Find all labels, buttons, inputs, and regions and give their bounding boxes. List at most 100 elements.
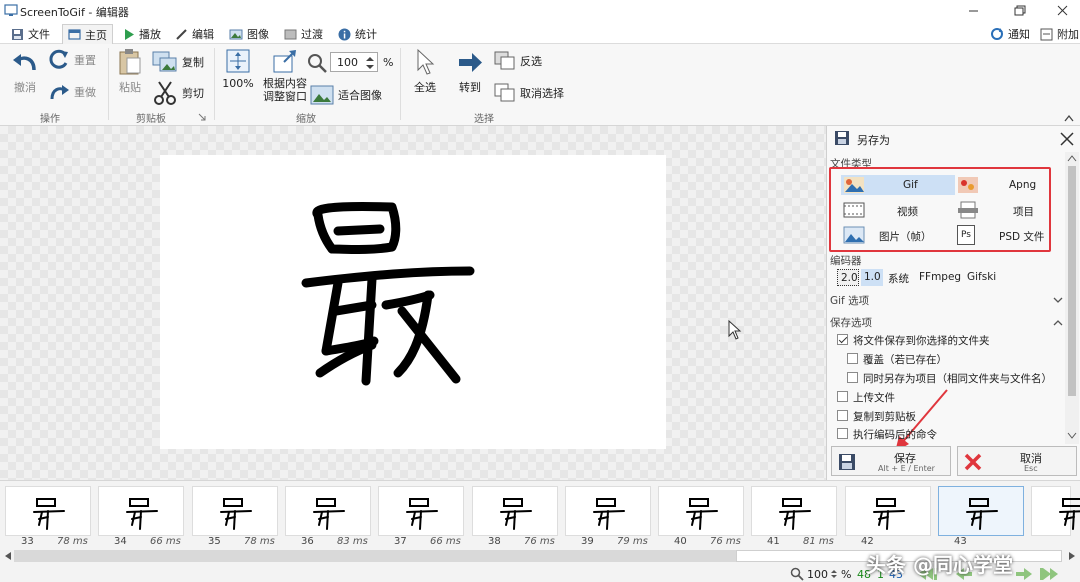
goto-button[interactable]: 转到 bbox=[454, 48, 486, 94]
scrollbar-thumb[interactable] bbox=[1068, 166, 1076, 396]
image-icon bbox=[229, 29, 243, 39]
zoom-input[interactable]: 100 bbox=[330, 52, 378, 72]
option-checkbox[interactable] bbox=[847, 353, 858, 364]
tab-file[interactable]: 文件 bbox=[6, 24, 55, 44]
save-shortcut: Alt + E / Enter bbox=[878, 464, 935, 473]
tab-edit[interactable]: 编辑 bbox=[170, 24, 219, 44]
copy-button[interactable]: 复制 bbox=[152, 50, 204, 74]
option-label: 同时另存为项目（相同文件夹与文件名） bbox=[863, 373, 1052, 385]
deselect-icon bbox=[494, 83, 515, 102]
ribbon-separator bbox=[400, 48, 401, 120]
frame-thumbnail[interactable] bbox=[565, 486, 651, 536]
ribbon-toolbar: 撤消 重置 重做 操作 粘贴 复制 剪切 剪贴板 100% 根据内容 调整窗口 … bbox=[0, 44, 1080, 126]
frame-thumbnail[interactable] bbox=[192, 486, 278, 536]
option-label: 上传文件 bbox=[853, 392, 895, 404]
frame-number: 40 bbox=[674, 536, 687, 547]
close-panel-icon[interactable] bbox=[1059, 131, 1075, 147]
frame-thumbnail[interactable] bbox=[751, 486, 837, 536]
frame-delay: 66 ms bbox=[150, 536, 181, 547]
frame-thumb-drawing bbox=[500, 498, 532, 530]
select-all-label: 全选 bbox=[414, 81, 436, 94]
frame-thumbnail[interactable] bbox=[1031, 486, 1080, 536]
frame-thumb-drawing bbox=[126, 498, 158, 530]
scroll-down-icon[interactable] bbox=[1067, 432, 1077, 440]
frame-thumbnail[interactable] bbox=[658, 486, 744, 536]
status-zoom-unit: % bbox=[841, 568, 852, 581]
tab-image-label: 图像 bbox=[247, 28, 269, 41]
encoder-ffmpeg[interactable]: FFmpeg bbox=[919, 271, 961, 283]
option-checkbox[interactable] bbox=[837, 334, 848, 345]
frame-thumbnail[interactable] bbox=[472, 486, 558, 536]
fit-image-button[interactable]: 适合图像 bbox=[310, 84, 382, 106]
redo-label: 重做 bbox=[74, 86, 96, 99]
fit-image-icon bbox=[310, 85, 334, 105]
close-window-button[interactable] bbox=[1048, 0, 1078, 22]
option-checkbox[interactable] bbox=[847, 372, 858, 383]
encoder-1-0[interactable]: 1.0 bbox=[861, 269, 883, 286]
encoder-gifski[interactable]: Gifski bbox=[967, 271, 996, 283]
save-options-expander[interactable]: 保存选项 bbox=[829, 314, 1063, 332]
save-button[interactable]: 保存 Alt + E / Enter bbox=[831, 446, 951, 476]
invert-selection-button[interactable]: 反选 bbox=[494, 50, 542, 72]
cursor-icon bbox=[417, 48, 435, 75]
frame-number: 34 bbox=[114, 536, 127, 547]
reset-button[interactable]: 重置 bbox=[48, 48, 96, 72]
panel-scrollbar[interactable] bbox=[1065, 152, 1079, 444]
tab-statistics[interactable]: 统计 bbox=[333, 24, 382, 44]
dialog-launcher-icon[interactable] bbox=[198, 113, 206, 121]
save-options-label: 保存选项 bbox=[830, 317, 872, 329]
undo-label: 撤消 bbox=[14, 81, 36, 94]
deselect-button[interactable]: 取消选择 bbox=[494, 82, 564, 104]
attach-button[interactable]: 附加 bbox=[1035, 24, 1080, 44]
undo-button[interactable]: 撤消 bbox=[8, 48, 42, 94]
frame-number: 42 bbox=[861, 536, 874, 547]
frame-thumbnail[interactable] bbox=[98, 486, 184, 536]
frame-thumbnail[interactable] bbox=[378, 486, 464, 536]
tab-transition[interactable]: 过渡 bbox=[279, 24, 328, 44]
frame-thumbnail[interactable] bbox=[285, 486, 371, 536]
encoder-system[interactable]: 系统 bbox=[888, 271, 909, 286]
zoom-100-button[interactable]: 100% bbox=[220, 48, 256, 94]
option-checkbox[interactable] bbox=[837, 410, 848, 421]
scroll-up-icon[interactable] bbox=[1067, 154, 1077, 162]
paste-button[interactable]: 粘贴 bbox=[114, 48, 146, 94]
scroll-left-icon[interactable] bbox=[3, 551, 13, 561]
select-all-button[interactable]: 全选 bbox=[410, 48, 440, 94]
resize-window-icon bbox=[273, 50, 296, 73]
tab-play[interactable]: 播放 bbox=[118, 24, 166, 44]
frame-delay: 76 ms bbox=[710, 536, 741, 547]
transition-icon bbox=[284, 29, 297, 39]
cancel-button[interactable]: 取消 Esc bbox=[957, 446, 1077, 476]
frame-thumbnail[interactable] bbox=[938, 486, 1024, 536]
option-checkbox[interactable] bbox=[837, 428, 848, 439]
info-icon bbox=[338, 28, 351, 40]
strip-scrollbar-track[interactable] bbox=[14, 550, 736, 562]
tab-home[interactable]: 主页 bbox=[62, 24, 113, 44]
save-icon bbox=[839, 454, 855, 470]
tab-image[interactable]: 图像 bbox=[224, 24, 274, 44]
option-checkbox[interactable] bbox=[837, 391, 848, 402]
zoom-unit: % bbox=[383, 56, 394, 69]
minimize-button[interactable] bbox=[958, 0, 988, 22]
sync-icon bbox=[991, 28, 1003, 40]
scroll-right-icon[interactable] bbox=[1067, 551, 1077, 561]
zoom-spinner-icon[interactable] bbox=[830, 570, 838, 578]
redo-button[interactable]: 重做 bbox=[48, 80, 96, 104]
encoder-2-0[interactable]: 2.0 bbox=[837, 269, 859, 286]
fit-content-button[interactable]: 根据内容 调整窗口 bbox=[262, 48, 308, 106]
editor-canvas[interactable] bbox=[0, 126, 826, 480]
paste-label: 粘贴 bbox=[119, 81, 141, 94]
copy-label: 复制 bbox=[182, 56, 204, 69]
spinner-icon[interactable] bbox=[365, 55, 375, 71]
cut-button[interactable]: 剪切 bbox=[152, 80, 204, 106]
gif-options-expander[interactable]: Gif 选项 bbox=[829, 292, 1063, 310]
watermark-text: 头条 @同心学堂 bbox=[866, 553, 1013, 577]
frame-thumbnail[interactable] bbox=[5, 486, 91, 536]
restore-button[interactable] bbox=[1005, 0, 1035, 22]
pencil-icon bbox=[176, 28, 187, 40]
redo-icon bbox=[50, 85, 69, 100]
notify-button[interactable]: 通知 bbox=[985, 24, 1035, 44]
collapse-ribbon-icon[interactable] bbox=[1064, 114, 1074, 122]
frame-thumbnail[interactable] bbox=[845, 486, 931, 536]
frame-number: 37 bbox=[394, 536, 407, 547]
